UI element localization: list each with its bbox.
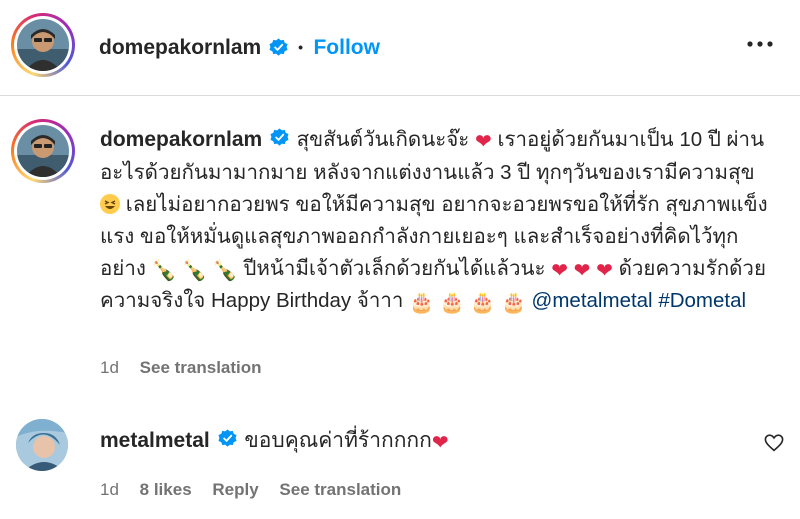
laughing-emoji-icon (100, 193, 120, 214)
profile-photo-icon (17, 19, 69, 71)
header-username[interactable]: domepakornlam (99, 36, 261, 59)
verified-badge-icon (218, 429, 237, 454)
verified-badge-icon (270, 125, 289, 157)
champagne-emoji-icon: 🍾 (151, 257, 177, 282)
follow-button[interactable]: Follow (313, 36, 380, 59)
reply-button[interactable]: Reply (212, 480, 258, 499)
comment-see-translation-button[interactable]: See translation (279, 480, 401, 499)
caption-text-part4: ปีหน้ามีเจ้าตัวเล็กด้วยกันได้แล้วนะ (243, 256, 546, 280)
header-separator: • (298, 39, 304, 55)
author-avatar[interactable] (11, 13, 75, 77)
heart-emoji-icon: ❤ (596, 257, 613, 282)
birthday-cake-emoji-icon: 🎂 (500, 289, 526, 314)
heart-emoji-icon: ❤ (551, 257, 568, 282)
birthday-cake-emoji-icon: 🎂 (439, 289, 465, 314)
caption-meta: 1d See translation (100, 358, 262, 378)
heart-emoji-icon: ❤ (573, 257, 591, 282)
comment-text: ขอบคุณค่าที่ร้ากกกก (244, 429, 432, 452)
commenter-avatar[interactable] (16, 419, 68, 471)
comment-timestamp[interactable]: 1d (100, 480, 119, 499)
verified-badge-icon (269, 38, 288, 62)
caption-text-part1: สุขสันต์วันเกิดนะจ๊ะ (296, 128, 470, 151)
comment-body: metalmetal ขอบคุณค่าที่ร้ากกกก❤ (100, 424, 449, 457)
commenter-username[interactable]: metalmetal (100, 429, 210, 452)
birthday-cake-emoji-icon: 🎂 (409, 289, 435, 314)
mention-link[interactable]: @metalmetal (532, 289, 653, 312)
caption-username[interactable]: domepakornlam (100, 128, 262, 151)
caption-timestamp[interactable]: 1d (100, 358, 119, 377)
hashtag-link[interactable]: #Dometal (658, 289, 746, 312)
heart-emoji-icon: ❤ (475, 129, 492, 153)
heart-emoji-icon: ❤ (431, 430, 449, 454)
post-caption: domepakornlam สุขสันต์วันเกิดนะจ๊ะ ❤ เรา… (100, 124, 780, 317)
more-options-icon[interactable] (747, 34, 773, 52)
champagne-emoji-icon: 🍾 (182, 257, 208, 282)
caption-avatar[interactable] (11, 119, 75, 183)
profile-photo-icon (16, 419, 68, 471)
comment-like-icon[interactable] (764, 434, 784, 457)
caption-see-translation-button[interactable]: See translation (140, 358, 262, 377)
profile-photo-icon (17, 125, 69, 177)
champagne-emoji-icon: 🍾 (212, 257, 238, 282)
comment-meta: 1d 8 likes Reply See translation (100, 480, 401, 500)
post-header: domepakornlam • Follow (0, 0, 800, 96)
birthday-cake-emoji-icon: 🎂 (470, 289, 496, 314)
comment-likes-count[interactable]: 8 likes (140, 480, 192, 499)
